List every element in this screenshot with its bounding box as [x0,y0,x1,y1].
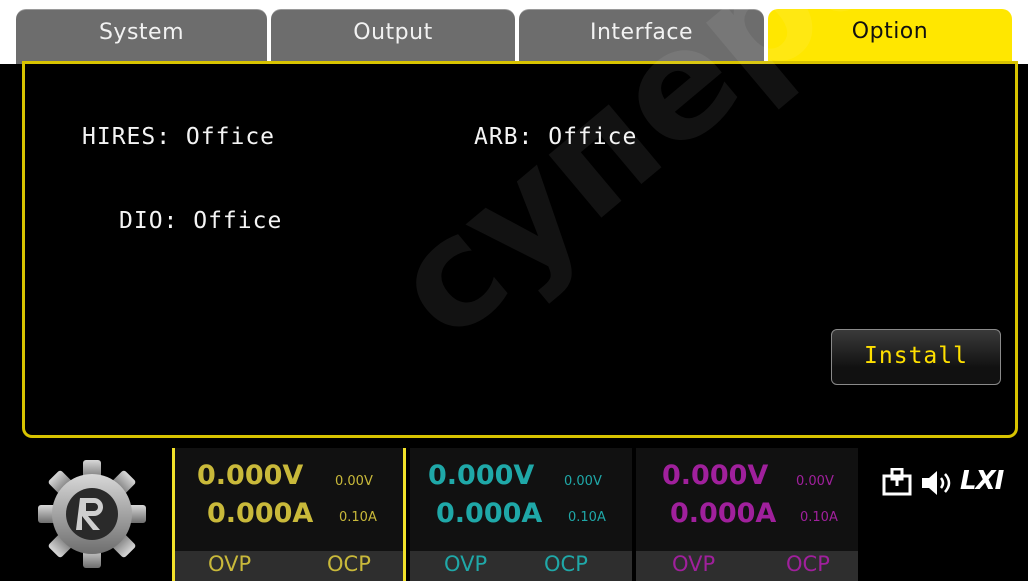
ch2-ovp-button[interactable]: OVP [444,552,487,576]
arb-option-status: ARB: Office [474,124,638,150]
ch3-voltage: 0.000V [662,460,769,491]
tab-output[interactable]: Output [271,9,515,64]
ch1-ocp-button[interactable]: OCP [327,552,371,576]
speaker-icon [922,471,951,495]
network-icon [882,468,912,496]
ch2-current: 0.000A [436,498,543,529]
tab-interface[interactable]: Interface [519,9,764,64]
dio-option-status: DIO: Office [119,208,283,234]
lxi-label: LXI [960,466,1004,496]
tab-bar: System Output Interface Option [0,0,1028,64]
hires-option-status: HIRES: Office [82,124,276,150]
ch3-set-voltage[interactable]: 0.00V [796,474,834,489]
ch3-ovp-button[interactable]: OVP [672,552,715,576]
ch1-set-voltage[interactable]: 0.00V [335,474,373,489]
install-button[interactable]: Install [831,329,1001,385]
ch2-voltage: 0.000V [428,460,535,491]
channel-3-panel[interactable]: 0.000V 0.000A 0.00V 0.10A OVP OCP [636,448,858,581]
ch1-ovp-button[interactable]: OVP [208,552,251,576]
ch1-set-current[interactable]: 0.10A [339,510,377,525]
ch2-ocp-button[interactable]: OCP [544,552,588,576]
channel-2-panel[interactable]: 0.000V 0.000A 0.00V 0.10A OVP OCP [410,448,632,581]
tab-system[interactable]: System [16,9,267,64]
ch3-ocp-button[interactable]: OCP [786,552,830,576]
gear-logo-icon[interactable] [28,458,156,570]
ch2-set-voltage[interactable]: 0.00V [564,474,602,489]
ch3-current: 0.000A [670,498,777,529]
ch2-set-current[interactable]: 0.10A [568,510,606,525]
ch1-current: 0.000A [207,498,314,529]
ch1-voltage: 0.000V [197,460,304,491]
ch3-set-current[interactable]: 0.10A [800,510,838,525]
channel-1-panel[interactable]: 0.000V 0.000A 0.00V 0.10A OVP OCP [172,448,406,581]
tab-option[interactable]: Option [768,9,1012,64]
